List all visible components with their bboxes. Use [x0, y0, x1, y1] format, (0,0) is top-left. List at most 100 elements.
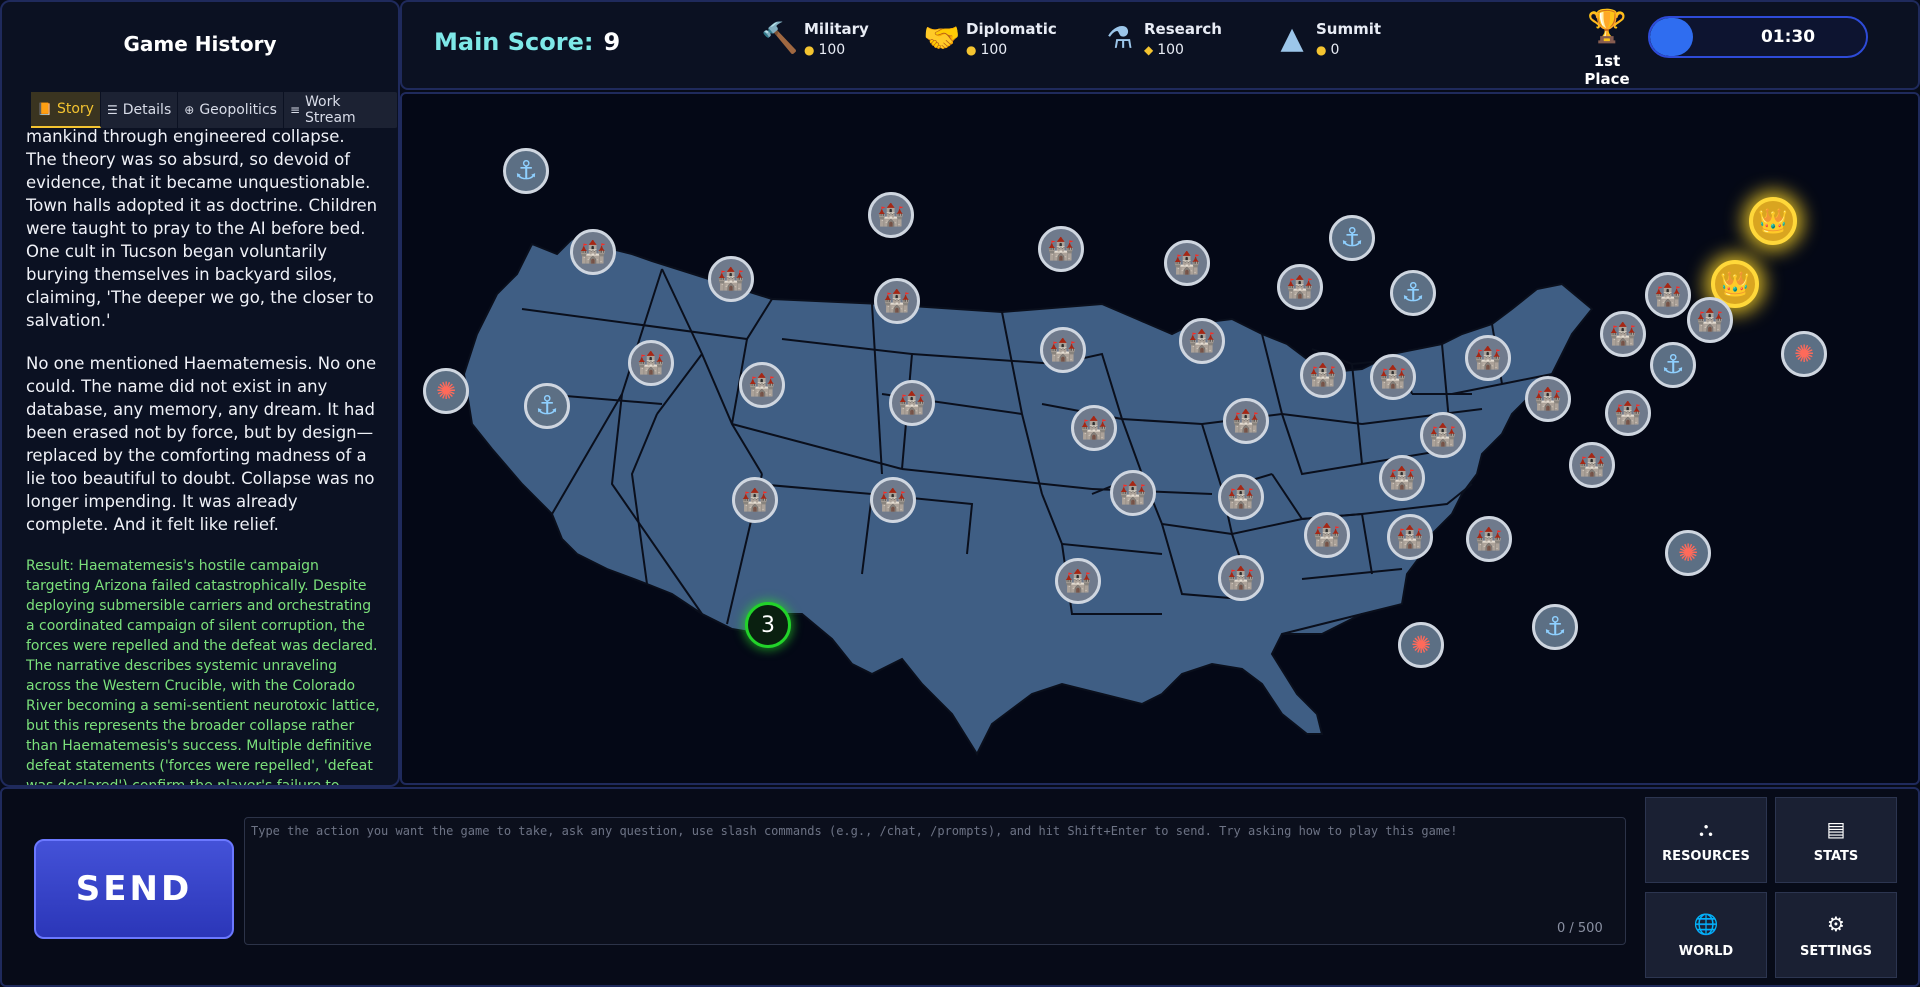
- port-marker[interactable]: ⚓: [1390, 270, 1436, 316]
- unit-count: 3: [761, 612, 775, 638]
- story-content[interactable]: mankind through engineered collapse. The…: [26, 127, 380, 785]
- castle-marker[interactable]: 🏰: [1387, 514, 1433, 560]
- castle-marker[interactable]: 🏰: [1605, 390, 1651, 436]
- us-landmass[interactable]: [462, 237, 1594, 757]
- globe-icon: 🌐: [1693, 911, 1719, 936]
- world-button[interactable]: 🌐 WORLD: [1645, 892, 1767, 978]
- castle-icon: 🏰: [717, 266, 745, 292]
- game-history-panel: Game History 📙 Story ☰ Details ⊕ Geopoli…: [0, 0, 400, 787]
- castle-marker[interactable]: 🏰: [570, 229, 616, 275]
- port-marker[interactable]: ⚓: [524, 383, 570, 429]
- history-tabs: 📙 Story ☰ Details ⊕ Geopolitics ≡ Work S…: [31, 92, 398, 128]
- unit-badge[interactable]: 3: [745, 602, 791, 648]
- us-map[interactable]: [402, 94, 1920, 785]
- castle-marker[interactable]: 🏰: [1071, 405, 1117, 451]
- castle-marker[interactable]: 🏰: [1569, 442, 1615, 488]
- tab-geopolitics-label: Geopolitics: [199, 102, 277, 118]
- castle-icon: 🏰: [1232, 408, 1260, 434]
- castle-marker[interactable]: 🏰: [1218, 474, 1264, 520]
- castle-marker[interactable]: 🏰: [628, 340, 674, 386]
- gem-icon: ◆: [1144, 43, 1154, 57]
- resources-label: RESOURCES: [1662, 848, 1750, 864]
- port-marker[interactable]: ⚓: [1329, 215, 1375, 261]
- crown-icon: 👑: [1758, 207, 1788, 235]
- castle-marker[interactable]: 🏰: [1304, 512, 1350, 558]
- castle-icon: 🏰: [1313, 522, 1341, 548]
- reef-marker[interactable]: ✺: [1398, 622, 1444, 668]
- castle-icon: 🏰: [1379, 364, 1407, 390]
- castle-marker[interactable]: 🏰: [1110, 470, 1156, 516]
- world-label: WORLD: [1678, 943, 1734, 959]
- resource-research: ⚗ Research ◆ 100: [1102, 18, 1222, 58]
- panel-title: Game History: [123, 32, 277, 56]
- castle-marker[interactable]: 🏰: [868, 192, 914, 238]
- tab-details[interactable]: ☰ Details: [101, 92, 179, 128]
- castle-icon: 🏰: [1396, 524, 1424, 550]
- tab-geopolitics[interactable]: ⊕ Geopolitics: [178, 92, 284, 128]
- port-marker[interactable]: ⚓: [1650, 342, 1696, 388]
- top-bar: Main Score: 9 🔨 Military ● 100 🤝 Diplomati…: [400, 0, 1920, 90]
- bar-chart-icon: ▤: [1826, 816, 1846, 841]
- coral-icon: ✺: [1793, 340, 1815, 368]
- tab-story[interactable]: 📙 Story: [31, 92, 101, 128]
- flask-icon: ⚗: [1106, 20, 1134, 56]
- castle-marker[interactable]: 🏰: [732, 477, 778, 523]
- resource-name: Research: [1144, 20, 1222, 38]
- castle-marker[interactable]: 🏰: [1038, 226, 1084, 272]
- capital-marker[interactable]: 👑: [1749, 197, 1797, 245]
- castle-marker[interactable]: 🏰: [1420, 412, 1466, 458]
- reef-marker[interactable]: ✺: [1665, 530, 1711, 576]
- resource-summit: ▲ Summit ● 0: [1274, 18, 1381, 58]
- castle-icon: 🏰: [898, 390, 926, 416]
- castle-marker[interactable]: 🏰: [1218, 555, 1264, 601]
- castle-marker[interactable]: 🏰: [1525, 376, 1571, 422]
- castle-marker[interactable]: 🏰: [1277, 264, 1323, 310]
- send-button[interactable]: SEND: [34, 839, 234, 939]
- castle-marker[interactable]: 🏰: [1645, 272, 1691, 318]
- port-marker[interactable]: ⚓: [503, 148, 549, 194]
- map-area[interactable]: [400, 92, 1920, 785]
- castle-icon: 🏰: [1119, 480, 1147, 506]
- reef-marker[interactable]: ✺: [1781, 331, 1827, 377]
- coins-icon: ●: [966, 43, 977, 57]
- castle-marker[interactable]: 🏰: [1179, 318, 1225, 364]
- castle-marker[interactable]: 🏰: [1600, 311, 1646, 357]
- castle-marker[interactable]: 🏰: [1164, 240, 1210, 286]
- castle-marker[interactable]: 🏰: [1223, 398, 1269, 444]
- castle-marker[interactable]: 🏰: [1466, 516, 1512, 562]
- castle-marker[interactable]: 🏰: [1465, 335, 1511, 381]
- menu-icon: ≡: [289, 103, 301, 117]
- timer-value: 01:30: [1760, 27, 1816, 47]
- castle-icon: 🏰: [1173, 250, 1201, 276]
- settings-button[interactable]: ⚙ SETTINGS: [1775, 892, 1897, 978]
- port-marker[interactable]: ⚓: [1532, 604, 1578, 650]
- castle-marker[interactable]: 🏰: [889, 380, 935, 426]
- castle-icon: 🏰: [1475, 526, 1503, 552]
- resources-button[interactable]: ⛬ RESOURCES: [1645, 797, 1767, 883]
- castle-marker[interactable]: 🏰: [739, 362, 785, 408]
- reef-marker[interactable]: ✺: [423, 368, 469, 414]
- castle-marker[interactable]: 🏰: [1300, 352, 1346, 398]
- castle-marker[interactable]: 🏰: [1055, 558, 1101, 604]
- stats-button[interactable]: ▤ STATS: [1775, 797, 1897, 883]
- coin-icon: ●: [804, 43, 815, 57]
- castle-marker[interactable]: 🏰: [874, 278, 920, 324]
- command-input[interactable]: [244, 817, 1626, 945]
- castle-icon: 🏰: [1064, 568, 1092, 594]
- main-score-value: 9: [603, 28, 621, 56]
- castle-icon: 🏰: [1227, 484, 1255, 510]
- mountain-icon: ▲: [1280, 20, 1304, 56]
- castle-marker[interactable]: 🏰: [870, 477, 916, 523]
- tab-work-stream[interactable]: ≡ Work Stream: [284, 92, 398, 128]
- story-paragraph: No one mentioned Haematemesis. No one co…: [26, 354, 377, 534]
- castle-icon: 🏰: [748, 372, 776, 398]
- trophy-icon: 🏆: [1587, 7, 1627, 45]
- anchor-icon: ⚓: [1340, 223, 1364, 253]
- castle-marker[interactable]: 🏰: [1370, 354, 1416, 400]
- castle-marker[interactable]: 🏰: [708, 256, 754, 302]
- castle-icon: 🏰: [637, 350, 665, 376]
- castle-marker[interactable]: 🏰: [1040, 327, 1086, 373]
- gear-icon: ⚙: [1827, 911, 1845, 936]
- castle-marker[interactable]: 🏰: [1687, 297, 1733, 343]
- castle-marker[interactable]: 🏰: [1379, 455, 1425, 501]
